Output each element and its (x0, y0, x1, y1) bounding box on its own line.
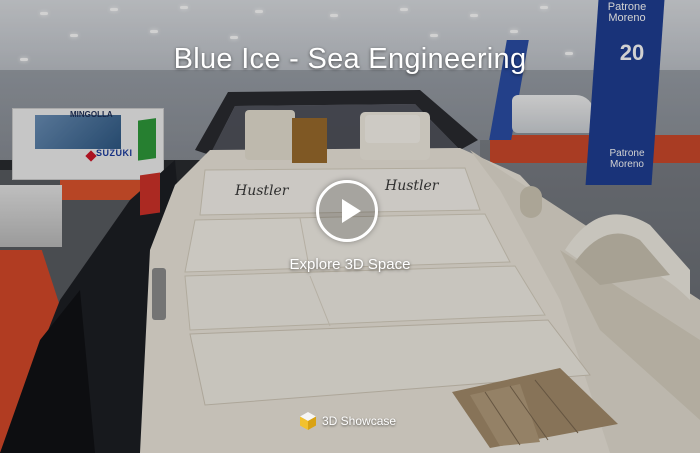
matterport-cube-icon (300, 412, 316, 430)
brand-badge[interactable]: 3D Showcase (300, 411, 396, 431)
play-button[interactable] (316, 180, 378, 242)
showcase-viewer[interactable]: MINGOLLA SUZUKI Patrone Moreno 20 Patron… (0, 0, 700, 453)
showcase-title: Blue Ice - Sea Engineering (173, 43, 527, 75)
explore-label[interactable]: Explore 3D Space (0, 256, 700, 273)
play-icon (342, 199, 361, 223)
brand-label: 3D Showcase (322, 414, 397, 428)
